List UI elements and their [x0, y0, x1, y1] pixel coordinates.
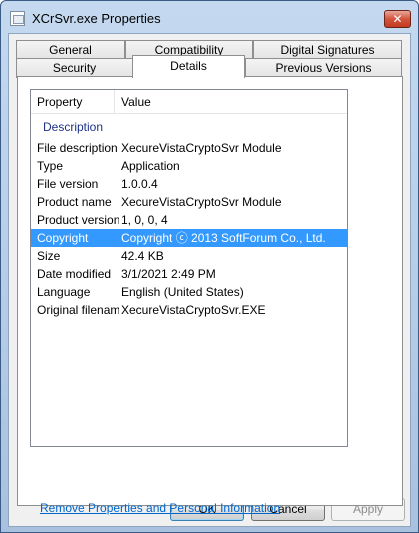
tab-security[interactable]: Security	[16, 58, 133, 78]
property-value: 1.0.0.4	[121, 177, 158, 191]
details-tab-panel: Property Value Description File descript…	[17, 76, 403, 515]
remove-properties-link[interactable]: Remove Properties and Personal Informati…	[40, 501, 280, 515]
window-title: XCrSvr.exe Properties	[32, 11, 161, 26]
property-name: Type	[37, 159, 64, 173]
list-item[interactable]: File description XecureVistaCryptoSvr Mo…	[31, 139, 347, 157]
list-item-selected[interactable]: Copyright Copyright ⓒ 2013 SoftForum Co.…	[31, 229, 347, 247]
tab-label: Digital Signatures	[280, 43, 375, 57]
list-item[interactable]: Product name XecureVistaCryptoSvr Module	[31, 193, 347, 211]
list-item[interactable]: Size 42.4 KB	[31, 247, 347, 265]
dialog-client-area: General Compatibility Digital Signatures…	[8, 33, 411, 527]
tab-label: Security	[52, 61, 97, 75]
list-item[interactable]: Date modified 3/1/2021 2:49 PM	[31, 265, 347, 283]
details-list[interactable]: Property Value Description File descript…	[30, 89, 348, 447]
property-value: 1, 0, 0, 4	[121, 213, 168, 227]
list-item[interactable]: Product version 1, 0, 0, 4	[31, 211, 347, 229]
property-name: Original filename	[37, 303, 119, 317]
property-name: Language	[37, 285, 91, 299]
property-name: Product name	[37, 195, 112, 209]
property-value: XecureVistaCryptoSvr Module	[121, 141, 282, 155]
property-name: Product version	[37, 213, 119, 227]
application-icon	[10, 11, 25, 26]
close-button[interactable]: ✕	[384, 10, 411, 28]
property-value: 3/1/2021 2:49 PM	[121, 267, 216, 281]
list-item[interactable]: Type Application	[31, 157, 347, 175]
tab-label: General	[49, 43, 92, 57]
column-header-value[interactable]: Value	[115, 90, 347, 114]
column-header-property[interactable]: Property	[31, 90, 115, 114]
property-value: XecureVistaCryptoSvr Module	[121, 195, 282, 209]
tab-label: Previous Versions	[275, 61, 372, 75]
property-name: Date modified	[37, 267, 112, 281]
property-value: XecureVistaCryptoSvr.EXE	[121, 303, 266, 317]
property-value: Copyright ⓒ 2013 SoftForum Co., Ltd.	[121, 231, 326, 245]
property-value: 42.4 KB	[121, 249, 164, 263]
tab-previous-versions[interactable]: Previous Versions	[245, 58, 402, 78]
list-item[interactable]: Original filename XecureVistaCryptoSvr.E…	[31, 301, 347, 319]
title-bar[interactable]: XCrSvr.exe Properties ✕	[1, 1, 418, 34]
property-name: Copyright	[37, 231, 89, 245]
list-item[interactable]: File version 1.0.0.4	[31, 175, 347, 193]
tab-details[interactable]: Details	[132, 55, 245, 78]
tab-label: Details	[170, 59, 207, 73]
tab-general[interactable]: General	[16, 40, 125, 60]
group-header-description: Description	[43, 120, 104, 134]
property-value: Application	[121, 159, 180, 173]
properties-window: XCrSvr.exe Properties ✕ General Compatib…	[0, 0, 419, 533]
list-header: Property Value	[31, 90, 347, 114]
property-name: File version	[37, 177, 99, 191]
list-item[interactable]: Language English (United States)	[31, 283, 347, 301]
property-name: Size	[37, 249, 61, 263]
close-icon: ✕	[392, 12, 403, 26]
property-name: File description	[37, 141, 118, 155]
property-value: English (United States)	[121, 285, 244, 299]
tab-digital-signatures[interactable]: Digital Signatures	[253, 40, 402, 60]
